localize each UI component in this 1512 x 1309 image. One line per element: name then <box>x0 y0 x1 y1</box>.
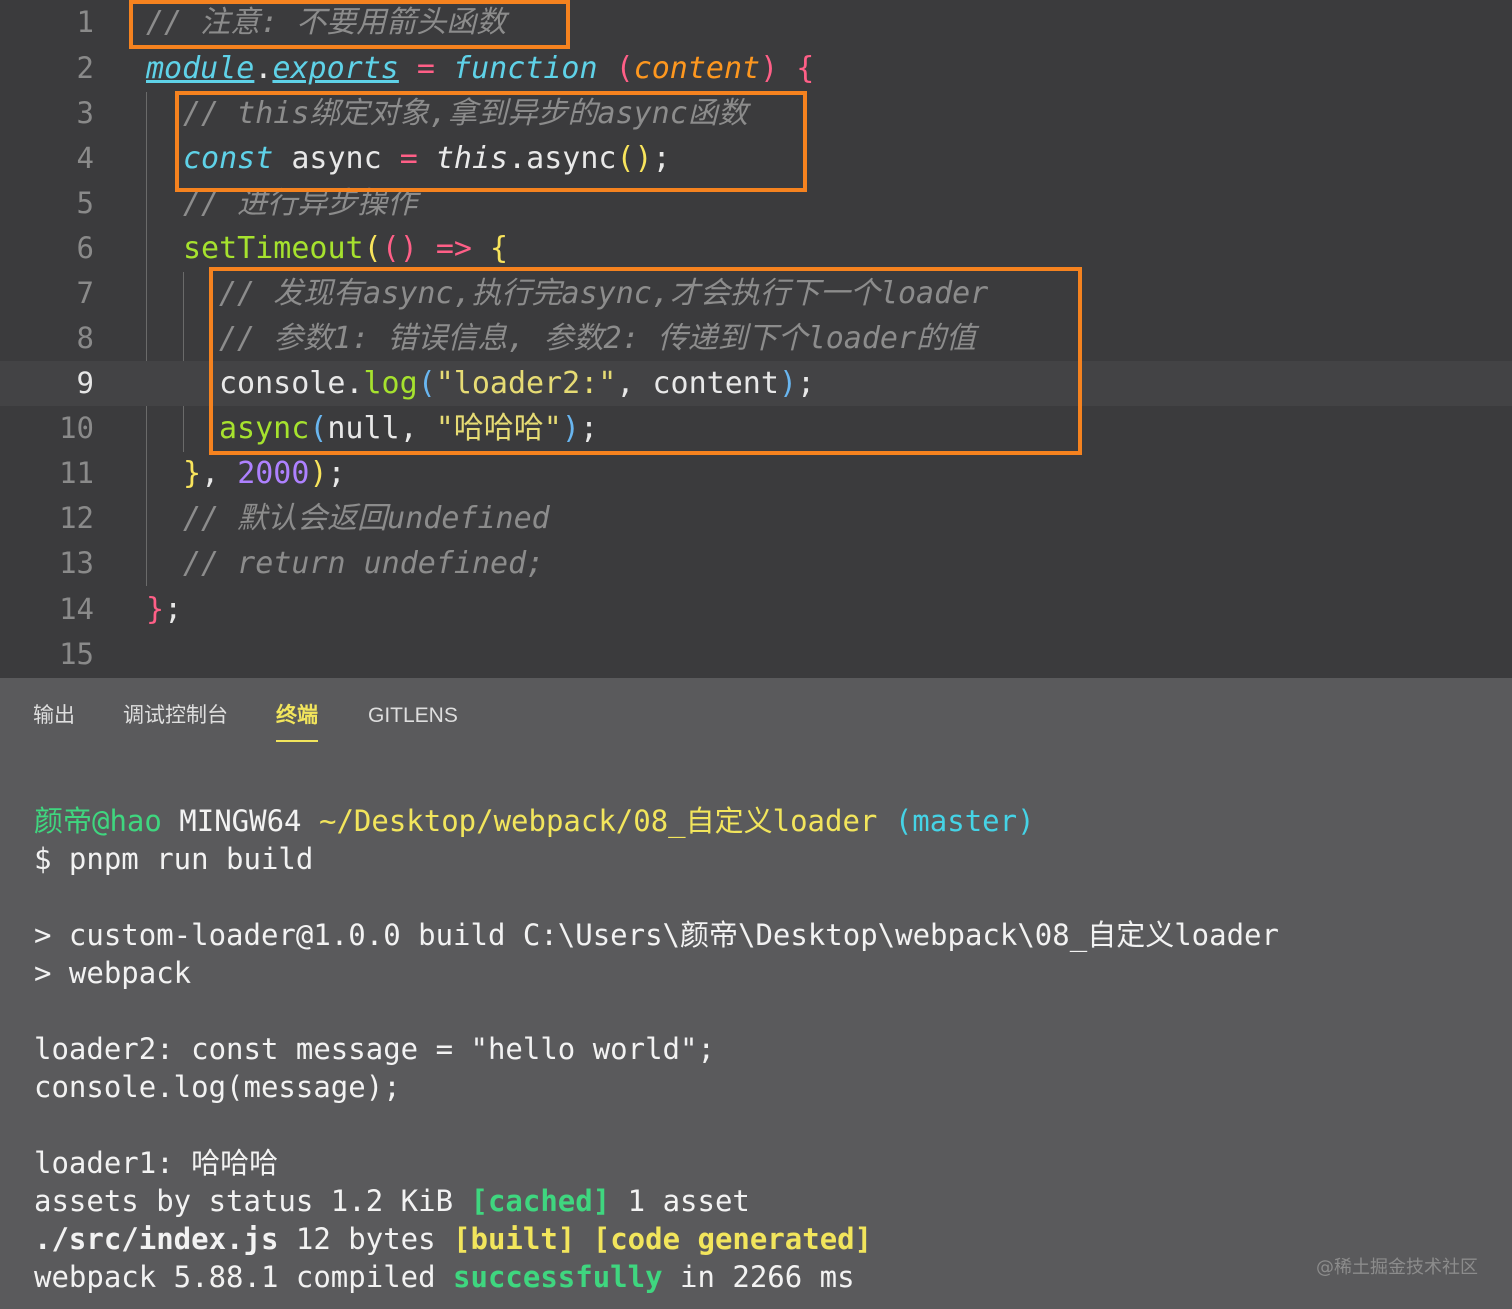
line-number: 3 <box>76 96 94 130</box>
terminal-prompt: 颜帝@hao MINGW64 ~/Desktop/webpack/08_自定义l… <box>34 802 1035 840</box>
token-comma: , <box>201 456 238 491</box>
terminal-line: > webpack <box>34 956 192 990</box>
token-paren-close: ) <box>309 456 328 491</box>
code-line-12[interactable]: 12 // 默认会返回undefined <box>0 496 1512 541</box>
line-number: 1 <box>76 5 94 39</box>
token-equals: = <box>398 51 454 86</box>
line-number: 5 <box>76 186 94 220</box>
line-number: 10 <box>59 411 94 445</box>
module-space <box>575 1222 592 1256</box>
token-arrow-params: () <box>381 231 418 266</box>
highlight-box <box>129 0 570 49</box>
code-editor[interactable]: 1 // 注意: 不要用箭头函数 2 module.exports = func… <box>0 0 1512 678</box>
compiled-status: successfully <box>453 1260 663 1294</box>
token-semicolon: ; <box>327 456 346 491</box>
line-number: 6 <box>76 231 94 265</box>
terminal-line: assets by status 1.2 KiB [cached] 1 asse… <box>34 1182 750 1220</box>
token-function-keyword: function <box>453 51 598 86</box>
assets-suffix: 1 asset <box>610 1184 750 1218</box>
code-line-2[interactable]: 2 module.exports = function (content) { <box>0 46 1512 91</box>
tab-gitlens[interactable]: GITLENS <box>368 700 458 740</box>
code-line-13[interactable]: 13 // return undefined; <box>0 541 1512 586</box>
code-line-14[interactable]: 14 }; <box>0 587 1512 632</box>
terminal-command: $ pnpm run build <box>34 842 314 876</box>
token-brace: { <box>778 51 815 86</box>
terminal-line: loader2: const message = "hello world"; <box>34 1032 715 1066</box>
tab-debug-console[interactable]: 调试控制台 <box>123 700 228 740</box>
code-text: }; <box>146 587 182 632</box>
line-number: 7 <box>76 276 94 310</box>
terminal-line: > custom-loader@1.0.0 build C:\Users\颜帝\… <box>34 918 1279 952</box>
compiled-suffix: in 2266 ms <box>662 1260 855 1294</box>
terminal-line: loader1: 哈哈哈 <box>34 1146 279 1180</box>
terminal-line: ./src/index.js 12 bytes [built] [code ge… <box>34 1220 872 1258</box>
highlight-box <box>175 91 807 192</box>
token-brace: { <box>472 231 509 266</box>
module-path: ./src/index.js <box>34 1222 279 1256</box>
compiled-prefix: webpack 5.88.1 compiled <box>34 1260 454 1294</box>
line-number: 13 <box>59 546 94 580</box>
terminal-line: webpack 5.88.1 compiled successfully in … <box>34 1258 855 1296</box>
tab-terminal[interactable]: 终端 <box>276 700 318 742</box>
code-line-15[interactable]: 15 <box>0 632 1512 677</box>
token-semicolon: ; <box>164 592 183 627</box>
tab-output[interactable]: 输出 <box>33 700 75 740</box>
token-paren-open: ( <box>363 231 382 266</box>
module-size: 12 bytes <box>278 1222 454 1256</box>
code-line-11[interactable]: 11 }, 2000); <box>0 451 1512 496</box>
code-comment: // 默认会返回undefined <box>183 501 550 536</box>
terminal-line: console.log(message); <box>34 1070 401 1104</box>
prompt-env: MINGW64 <box>161 804 319 838</box>
token-function-name: setTimeout <box>183 231 364 266</box>
token-param: content <box>633 51 761 86</box>
line-number: 9 <box>76 366 94 400</box>
token-dot: . <box>254 51 273 86</box>
token-arrow: => <box>417 231 472 266</box>
line-number: 4 <box>76 141 94 175</box>
line-number: 14 <box>59 592 94 626</box>
cached-badge: [cached] <box>470 1184 611 1218</box>
prompt-branch: (master) <box>877 804 1035 838</box>
line-number: 11 <box>59 456 94 490</box>
highlight-box <box>209 267 1082 455</box>
line-number: 12 <box>59 501 94 535</box>
token-paren-open: ( <box>597 51 634 86</box>
line-number: 8 <box>76 321 94 355</box>
assets-prefix: assets by status 1.2 KiB <box>34 1184 471 1218</box>
code-generated-badge: [code generated] <box>592 1222 873 1256</box>
watermark: @稀土掘金技术社区 <box>1316 1257 1478 1278</box>
token-number: 2000 <box>237 456 310 491</box>
prompt-user: 颜帝@hao <box>34 804 162 838</box>
token-paren-close: ) <box>760 51 779 86</box>
code-text: setTimeout(() => { <box>183 226 508 271</box>
token-brace: } <box>146 592 165 627</box>
bottom-panel: 输出 调试控制台 终端 GITLENS 颜帝@hao MINGW64 ~/Des… <box>0 678 1512 1309</box>
line-number: 15 <box>59 637 94 671</box>
token-brace: } <box>183 456 202 491</box>
code-text: module.exports = function (content) { <box>146 46 814 91</box>
token-module: module <box>146 51 255 86</box>
built-badge: [built] <box>453 1222 576 1256</box>
prompt-path: ~/Desktop/webpack/08_自定义loader <box>318 804 878 838</box>
code-text: }, 2000); <box>183 451 346 496</box>
code-line-6[interactable]: 6 setTimeout(() => { <box>0 226 1512 271</box>
line-number: 2 <box>76 51 94 85</box>
code-comment: // return undefined; <box>183 546 545 581</box>
token-exports: exports <box>272 51 399 86</box>
